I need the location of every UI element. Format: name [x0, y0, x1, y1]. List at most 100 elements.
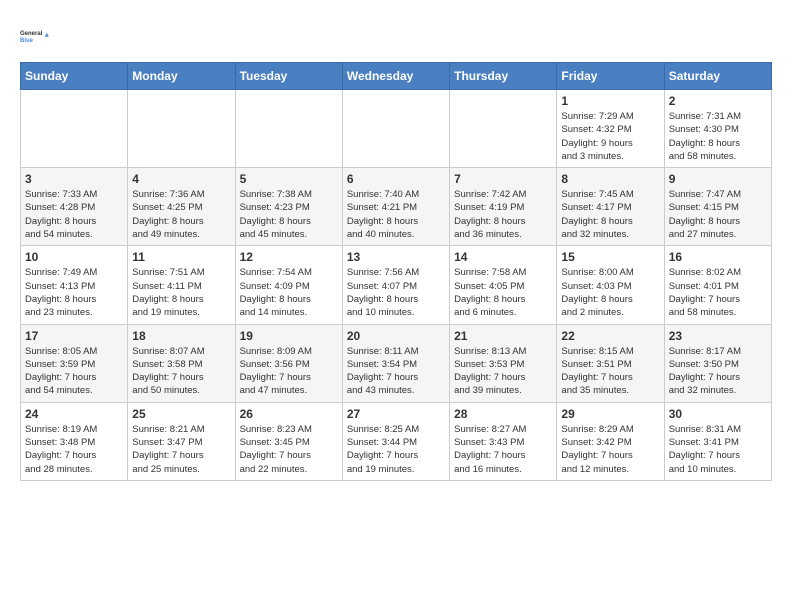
day-cell: 16 Sunrise: 8:02 AMSunset: 4:01 PMDayligh…: [664, 246, 771, 324]
calendar-header-row: SundayMondayTuesdayWednesdayThursdayFrid…: [21, 63, 772, 90]
day-cell: 3 Sunrise: 7:33 AMSunset: 4:28 PMDaylight…: [21, 168, 128, 246]
day-cell: 1 Sunrise: 7:29 AMSunset: 4:32 PMDaylight…: [557, 90, 664, 168]
day-number: 16: [669, 250, 767, 264]
day-info: Sunrise: 7:36 AMSunset: 4:25 PMDaylight:…: [132, 188, 230, 241]
day-info: Sunrise: 8:19 AMSunset: 3:48 PMDaylight:…: [25, 423, 123, 476]
day-number: 22: [561, 329, 659, 343]
day-number: 25: [132, 407, 230, 421]
header-friday: Friday: [557, 63, 664, 90]
day-info: Sunrise: 7:29 AMSunset: 4:32 PMDaylight:…: [561, 110, 659, 163]
day-cell: 8 Sunrise: 7:45 AMSunset: 4:17 PMDaylight…: [557, 168, 664, 246]
day-info: Sunrise: 7:45 AMSunset: 4:17 PMDaylight:…: [561, 188, 659, 241]
day-number: 19: [240, 329, 338, 343]
calendar: SundayMondayTuesdayWednesdayThursdayFrid…: [20, 62, 772, 481]
day-cell: 23 Sunrise: 8:17 AMSunset: 3:50 PMDayligh…: [664, 324, 771, 402]
day-info: Sunrise: 7:51 AMSunset: 4:11 PMDaylight:…: [132, 266, 230, 319]
day-cell: 2 Sunrise: 7:31 AMSunset: 4:30 PMDaylight…: [664, 90, 771, 168]
day-cell: 11 Sunrise: 7:51 AMSunset: 4:11 PMDayligh…: [128, 246, 235, 324]
day-info: Sunrise: 7:31 AMSunset: 4:30 PMDaylight:…: [669, 110, 767, 163]
day-number: 6: [347, 172, 445, 186]
header-thursday: Thursday: [450, 63, 557, 90]
day-cell: 15 Sunrise: 8:00 AMSunset: 4:03 PMDayligh…: [557, 246, 664, 324]
day-number: 3: [25, 172, 123, 186]
day-number: 8: [561, 172, 659, 186]
day-cell: 9 Sunrise: 7:47 AMSunset: 4:15 PMDaylight…: [664, 168, 771, 246]
header-sunday: Sunday: [21, 63, 128, 90]
day-info: Sunrise: 8:23 AMSunset: 3:45 PMDaylight:…: [240, 423, 338, 476]
day-number: 21: [454, 329, 552, 343]
day-cell: 10Sunrise: 7:49 AMSunset: 4:13 PMDayligh…: [21, 246, 128, 324]
day-number: 14: [454, 250, 552, 264]
day-number: 28: [454, 407, 552, 421]
day-info: Sunrise: 7:49 AMSunset: 4:13 PMDaylight:…: [25, 266, 123, 319]
day-number: 1: [561, 94, 659, 108]
day-info: Sunrise: 8:17 AMSunset: 3:50 PMDaylight:…: [669, 345, 767, 398]
day-cell: 22 Sunrise: 8:15 AMSunset: 3:51 PMDayligh…: [557, 324, 664, 402]
day-number: 5: [240, 172, 338, 186]
day-info: Sunrise: 8:21 AMSunset: 3:47 PMDaylight:…: [132, 423, 230, 476]
day-info: Sunrise: 7:38 AMSunset: 4:23 PMDaylight:…: [240, 188, 338, 241]
day-number: 24: [25, 407, 123, 421]
day-cell: 27Sunrise: 8:25 AMSunset: 3:44 PMDayligh…: [342, 402, 449, 480]
day-cell: [21, 90, 128, 168]
day-cell: 30 Sunrise: 8:31 AMSunset: 3:41 PMDayligh…: [664, 402, 771, 480]
day-info: Sunrise: 8:13 AMSunset: 3:53 PMDaylight:…: [454, 345, 552, 398]
day-number: 2: [669, 94, 767, 108]
day-number: 11: [132, 250, 230, 264]
day-cell: 6 Sunrise: 7:40 AMSunset: 4:21 PMDaylight…: [342, 168, 449, 246]
day-number: 23: [669, 329, 767, 343]
day-info: Sunrise: 8:00 AMSunset: 4:03 PMDaylight:…: [561, 266, 659, 319]
day-cell: 18 Sunrise: 8:07 AMSunset: 3:58 PMDayligh…: [128, 324, 235, 402]
day-cell: 13Sunrise: 7:56 AMSunset: 4:07 PMDayligh…: [342, 246, 449, 324]
day-info: Sunrise: 8:07 AMSunset: 3:58 PMDaylight:…: [132, 345, 230, 398]
week-row-4: 24 Sunrise: 8:19 AMSunset: 3:48 PMDayligh…: [21, 402, 772, 480]
header-wednesday: Wednesday: [342, 63, 449, 90]
day-cell: [128, 90, 235, 168]
day-cell: 14 Sunrise: 7:58 AMSunset: 4:05 PMDayligh…: [450, 246, 557, 324]
day-cell: 17Sunrise: 8:05 AMSunset: 3:59 PMDayligh…: [21, 324, 128, 402]
day-number: 12: [240, 250, 338, 264]
day-cell: 26Sunrise: 8:23 AMSunset: 3:45 PMDayligh…: [235, 402, 342, 480]
page-header: GeneralBlue: [20, 20, 772, 52]
day-number: 7: [454, 172, 552, 186]
day-cell: 21 Sunrise: 8:13 AMSunset: 3:53 PMDayligh…: [450, 324, 557, 402]
week-row-3: 17Sunrise: 8:05 AMSunset: 3:59 PMDayligh…: [21, 324, 772, 402]
day-info: Sunrise: 7:58 AMSunset: 4:05 PMDaylight:…: [454, 266, 552, 319]
day-cell: 20 Sunrise: 8:11 AMSunset: 3:54 PMDayligh…: [342, 324, 449, 402]
day-info: Sunrise: 8:15 AMSunset: 3:51 PMDaylight:…: [561, 345, 659, 398]
day-cell: [235, 90, 342, 168]
week-row-0: 1 Sunrise: 7:29 AMSunset: 4:32 PMDaylight…: [21, 90, 772, 168]
day-cell: 12 Sunrise: 7:54 AMSunset: 4:09 PMDayligh…: [235, 246, 342, 324]
day-info: Sunrise: 7:42 AMSunset: 4:19 PMDaylight:…: [454, 188, 552, 241]
day-info: Sunrise: 8:11 AMSunset: 3:54 PMDaylight:…: [347, 345, 445, 398]
svg-text:General: General: [20, 31, 43, 37]
day-number: 20: [347, 329, 445, 343]
day-info: Sunrise: 8:02 AMSunset: 4:01 PMDaylight:…: [669, 266, 767, 319]
day-info: Sunrise: 8:09 AMSunset: 3:56 PMDaylight:…: [240, 345, 338, 398]
day-info: Sunrise: 8:27 AMSunset: 3:43 PMDaylight:…: [454, 423, 552, 476]
day-number: 18: [132, 329, 230, 343]
day-cell: 19 Sunrise: 8:09 AMSunset: 3:56 PMDayligh…: [235, 324, 342, 402]
svg-text:Blue: Blue: [20, 38, 34, 44]
day-info: Sunrise: 7:40 AMSunset: 4:21 PMDaylight:…: [347, 188, 445, 241]
day-info: Sunrise: 8:31 AMSunset: 3:41 PMDaylight:…: [669, 423, 767, 476]
day-number: 15: [561, 250, 659, 264]
day-number: 9: [669, 172, 767, 186]
day-info: Sunrise: 7:56 AMSunset: 4:07 PMDaylight:…: [347, 266, 445, 319]
day-info: Sunrise: 7:54 AMSunset: 4:09 PMDaylight:…: [240, 266, 338, 319]
day-number: 29: [561, 407, 659, 421]
day-cell: 25 Sunrise: 8:21 AMSunset: 3:47 PMDayligh…: [128, 402, 235, 480]
logo: GeneralBlue: [20, 20, 52, 52]
logo-icon: GeneralBlue: [20, 20, 52, 52]
day-number: 30: [669, 407, 767, 421]
week-row-2: 10Sunrise: 7:49 AMSunset: 4:13 PMDayligh…: [21, 246, 772, 324]
day-number: 4: [132, 172, 230, 186]
day-cell: 24 Sunrise: 8:19 AMSunset: 3:48 PMDayligh…: [21, 402, 128, 480]
day-cell: 7 Sunrise: 7:42 AMSunset: 4:19 PMDaylight…: [450, 168, 557, 246]
day-info: Sunrise: 7:33 AMSunset: 4:28 PMDaylight:…: [25, 188, 123, 241]
week-row-1: 3 Sunrise: 7:33 AMSunset: 4:28 PMDaylight…: [21, 168, 772, 246]
day-cell: [450, 90, 557, 168]
day-info: Sunrise: 8:25 AMSunset: 3:44 PMDaylight:…: [347, 423, 445, 476]
day-info: Sunrise: 7:47 AMSunset: 4:15 PMDaylight:…: [669, 188, 767, 241]
day-cell: 5 Sunrise: 7:38 AMSunset: 4:23 PMDaylight…: [235, 168, 342, 246]
